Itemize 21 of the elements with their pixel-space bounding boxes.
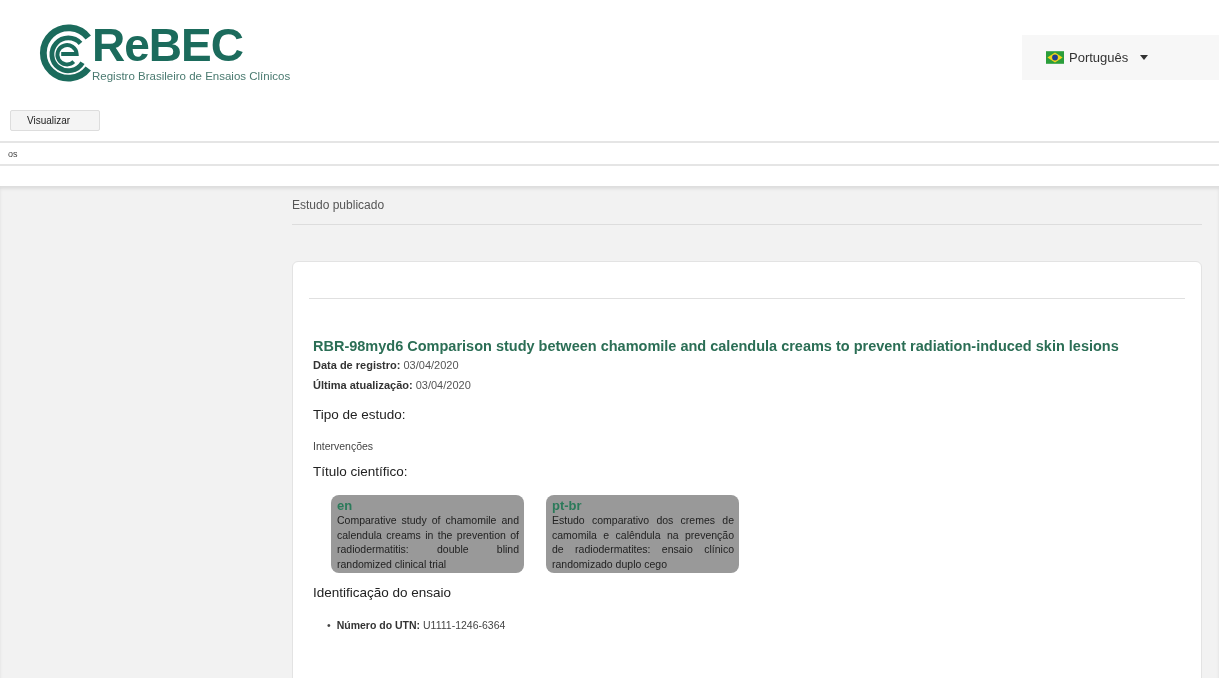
bullet: • xyxy=(327,618,331,632)
language-code: pt-br xyxy=(552,499,583,513)
meta-line: Data de registro: 03/04/2020 xyxy=(313,358,460,373)
study-title: RBR-98myd6 Comparison study between chamomile and calendula creams to prevent radiation-induced skin lesions xyxy=(313,337,1120,355)
translation-text: Estudo comparativo dos cremes de camomila e calêndula na prevenção de radiodermatites: ensaio clínico randomizado duplo cego xyxy=(552,513,734,571)
list-item: Número do UTN: U1111-1246-6364 xyxy=(336,618,506,632)
translation-text: Comparative study of chamomile and calendula creams in the prevention of radiodermatitis: double blind randomized clinical trial xyxy=(337,513,519,571)
view-button[interactable]: Visualizar xyxy=(10,110,100,131)
section-heading: Identificação do ensaio xyxy=(313,585,453,600)
page-title: Estudo publicado xyxy=(292,186,1202,225)
meta-line: Última atualização: 03/04/2020 xyxy=(313,378,472,393)
language-code: en xyxy=(337,499,354,513)
logo-subtitle: Registro Brasileiro de Ensaios Clínicos xyxy=(92,70,291,82)
caret-icon xyxy=(1140,55,1149,60)
logo-wordmark: ReBEC xyxy=(92,22,244,68)
section-heading: Título científico: xyxy=(313,464,409,479)
flag-icon xyxy=(1046,51,1064,64)
language-dropdown[interactable]: Português xyxy=(1022,35,1219,80)
section-heading: Tipo de estudo: xyxy=(313,407,407,422)
field-value: Intervenções xyxy=(313,440,375,452)
breadcrumb-text: os xyxy=(8,148,18,159)
